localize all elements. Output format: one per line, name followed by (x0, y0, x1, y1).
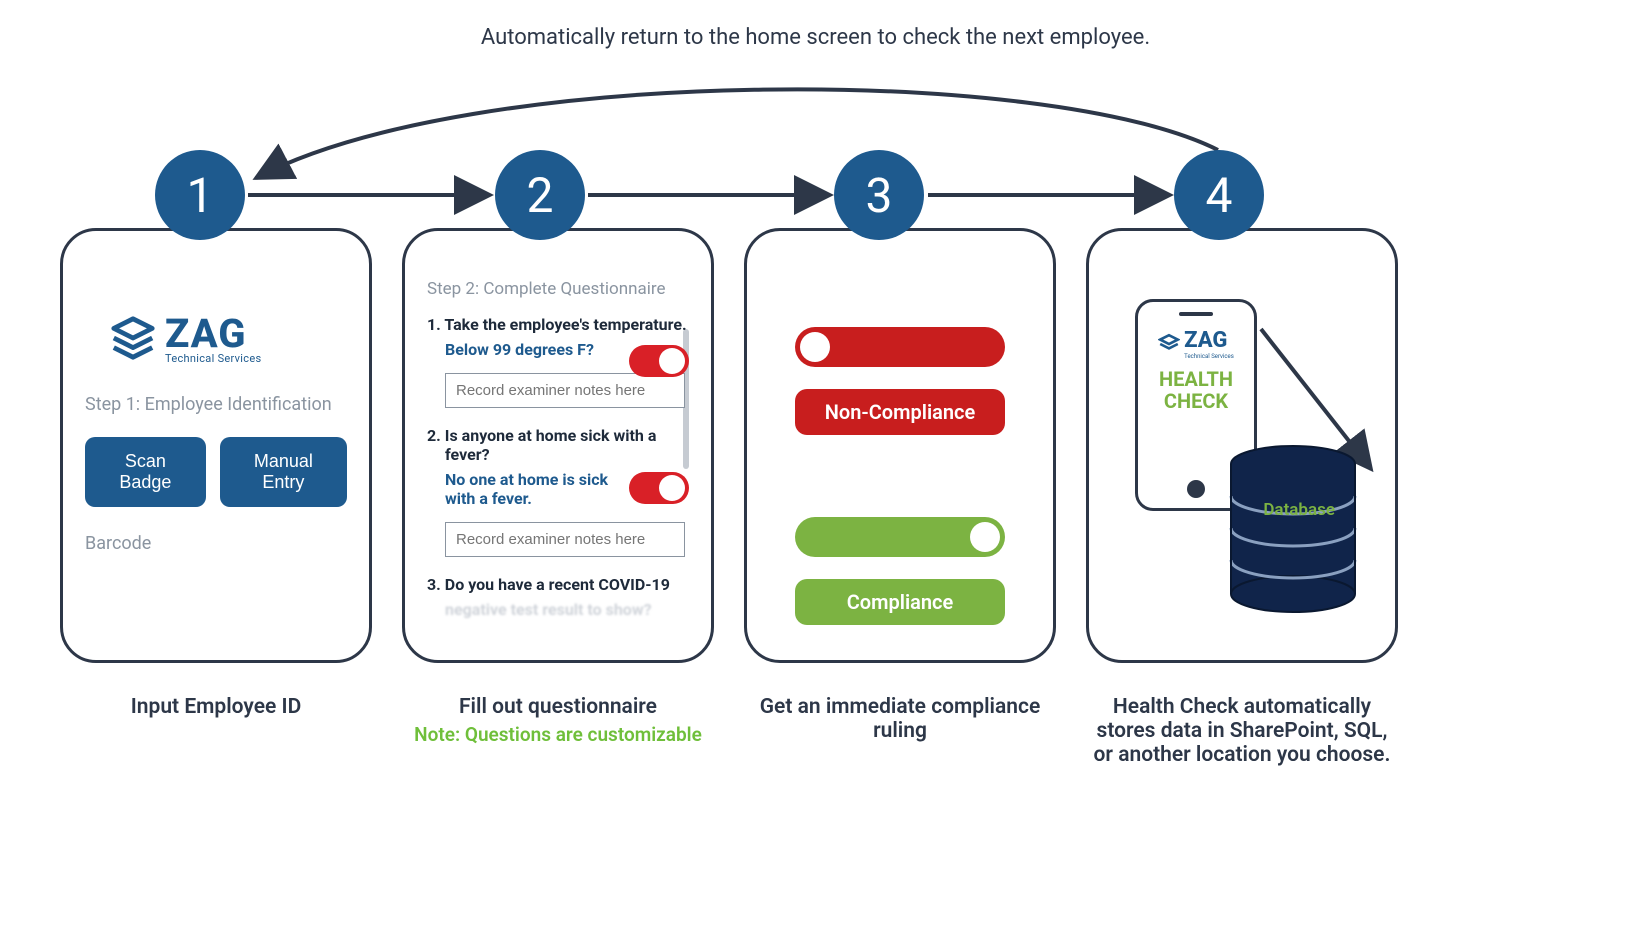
logo-text: ZAG (165, 316, 261, 352)
zag-logo: ZAG Technical Services (109, 314, 347, 366)
q1-title: 1. Take the employee's temperature. (427, 315, 689, 334)
q2-sub: No one at home is sick with a fever. (427, 470, 617, 508)
caption-2: Fill out questionnaire Note: Questions a… (402, 695, 714, 767)
question-3: 3. Do you have a recent COVID-19 negativ… (427, 575, 689, 619)
phone-speaker-icon (1179, 312, 1213, 316)
q2-notes-input[interactable] (445, 522, 685, 557)
noncompliance-label: Non-Compliance (795, 389, 1005, 435)
noncompliance-toggle (795, 327, 1005, 367)
step-number-1: 1 (155, 150, 245, 240)
manual-entry-button[interactable]: Manual Entry (220, 437, 347, 507)
q1-sub: Below 99 degrees F? (427, 340, 617, 359)
q2-toggle[interactable] (629, 472, 689, 504)
return-home-caption: Automatically return to the home screen … (0, 25, 1631, 50)
phone-home-button-icon (1187, 480, 1205, 498)
phone-logo: ZAG Technical Services (1158, 328, 1234, 360)
q3-faded-line: negative test result to show? (427, 600, 689, 619)
caption-1: Input Employee ID (60, 695, 372, 767)
phone-logo-sub: Technical Services (1184, 353, 1234, 360)
barcode-label: Barcode (85, 533, 347, 554)
step-3-card: Non-Compliance Compliance (744, 228, 1056, 663)
step-number-4: 4 (1174, 150, 1264, 240)
step-4-card: ZAG Technical Services HEALTHCHECK Datab… (1086, 228, 1398, 663)
compliance-label: Compliance (795, 579, 1005, 625)
phone-logo-text: ZAG (1184, 328, 1234, 353)
step2-header: Step 2: Complete Questionnaire (427, 279, 689, 299)
step-1-card: ZAG Technical Services Step 1: Employee … (60, 228, 372, 663)
database-icon (1223, 444, 1363, 614)
question-2: 2. Is anyone at home sick with a fever? … (427, 426, 689, 557)
q3-title: 3. Do you have a recent COVID-19 (427, 575, 689, 594)
health-check-text: HEALTHCHECK (1159, 368, 1233, 412)
compliance-toggle (795, 517, 1005, 557)
step-2-card: Step 2: Complete Questionnaire 1. Take t… (402, 228, 714, 663)
caption-3: Get an immediate compliance ruling (744, 695, 1056, 767)
step1-label: Step 1: Employee Identification (85, 394, 347, 415)
caption-2-note: Note: Questions are customizable (402, 723, 714, 746)
question-1: 1. Take the employee's temperature. Belo… (427, 315, 689, 408)
step-number-3: 3 (834, 150, 924, 240)
q2-title: 2. Is anyone at home sick with a fever? (427, 426, 689, 464)
logo-subtext: Technical Services (165, 352, 261, 365)
q1-notes-input[interactable] (445, 373, 685, 408)
q1-toggle[interactable] (629, 345, 689, 377)
zag-logo-icon (109, 314, 157, 366)
scan-badge-button[interactable]: Scan Badge (85, 437, 206, 507)
caption-2-main: Fill out questionnaire (402, 695, 714, 719)
step-number-2: 2 (495, 150, 585, 240)
caption-4: Health Check automatically stores data i… (1086, 695, 1398, 767)
database-label: Database (1263, 500, 1335, 520)
